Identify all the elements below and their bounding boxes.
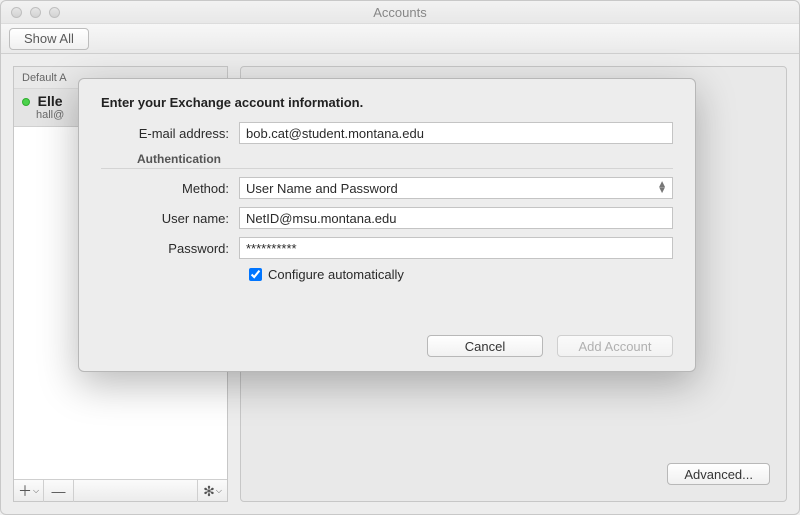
plus-icon: ＋ xyxy=(18,481,32,501)
method-value: User Name and Password xyxy=(246,181,398,196)
traffic-lights xyxy=(1,7,60,18)
email-label: E-mail address: xyxy=(101,126,239,141)
stepper-icon: ▲▼ xyxy=(657,182,666,194)
password-label: Password: xyxy=(101,241,239,256)
configure-auto-label: Configure automatically xyxy=(268,267,404,282)
method-select[interactable]: User Name and Password ▲▼ xyxy=(239,177,673,199)
window-title: Accounts xyxy=(1,5,799,20)
chevron-down-icon: ⌵ xyxy=(33,486,39,496)
gear-icon: ✻ xyxy=(203,483,215,500)
advanced-button[interactable]: Advanced... xyxy=(667,463,770,485)
password-field[interactable] xyxy=(239,237,673,259)
accounts-window: Accounts Show All Default A Elle hall@ ＋… xyxy=(0,0,800,515)
add-account-confirm-button[interactable]: Add Account xyxy=(557,335,673,357)
dialog-buttons: Cancel Add Account xyxy=(427,335,673,357)
titlebar: Accounts xyxy=(1,1,799,24)
email-field[interactable] xyxy=(239,122,673,144)
add-account-button[interactable]: ＋ ⌵ xyxy=(14,480,44,502)
close-icon[interactable] xyxy=(11,7,22,18)
username-field[interactable] xyxy=(239,207,673,229)
user-label: User name: xyxy=(101,211,239,226)
configure-auto-checkbox[interactable] xyxy=(249,268,262,281)
toolbar: Show All xyxy=(1,24,799,54)
auth-section-label: Authentication xyxy=(137,152,673,166)
sidebar-footer: ＋ ⌵ — ✻ ⌵ xyxy=(14,479,227,501)
chevron-down-icon: ⌵ xyxy=(216,486,222,496)
cancel-button[interactable]: Cancel xyxy=(427,335,543,357)
actions-menu-button[interactable]: ✻ ⌵ xyxy=(197,480,227,502)
zoom-icon[interactable] xyxy=(49,7,60,18)
status-dot-icon xyxy=(22,98,30,106)
dialog-title: Enter your Exchange account information. xyxy=(101,95,673,110)
configure-auto-row[interactable]: Configure automatically xyxy=(249,267,673,282)
minimize-icon[interactable] xyxy=(30,7,41,18)
remove-account-button[interactable]: — xyxy=(44,480,74,502)
minus-icon: — xyxy=(52,483,66,499)
auth-divider xyxy=(101,168,673,169)
exchange-account-dialog: Enter your Exchange account information.… xyxy=(78,78,696,372)
account-name: Elle xyxy=(38,93,63,109)
show-all-button[interactable]: Show All xyxy=(9,28,89,50)
method-label: Method: xyxy=(101,181,239,196)
